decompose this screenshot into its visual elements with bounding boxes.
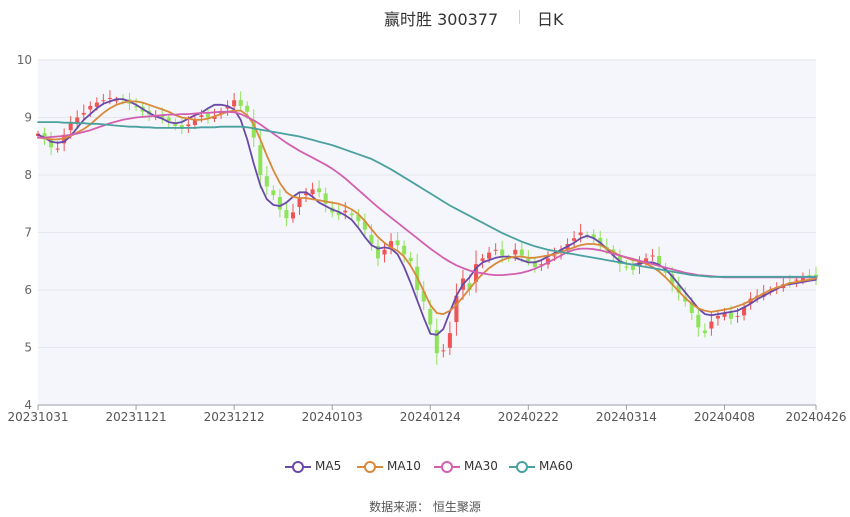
candle-body [578, 232, 583, 236]
candle-body [657, 255, 662, 265]
candle-body [735, 315, 740, 317]
candle-body [271, 190, 276, 196]
legend-marker-icon [357, 461, 383, 473]
candle-body [205, 114, 211, 118]
candle-body [238, 99, 243, 106]
x-tick-label: 20240314 [596, 410, 657, 424]
candle-body [728, 312, 734, 319]
legend-item-ma60[interactable]: MA60 [509, 458, 581, 476]
candle-body [349, 213, 354, 216]
legend-item-ma5[interactable]: MA5 [285, 458, 357, 476]
x-tick-label: 20240103 [302, 410, 363, 424]
legend-item-ma10[interactable]: MA10 [357, 458, 429, 476]
candle-body [290, 212, 296, 219]
candle-body [81, 112, 86, 115]
candle-body [650, 255, 655, 257]
candlestick-chart: 4567891020231031 20231121 20231212 20240103… [7, 53, 846, 424]
legend-label: MA60 [539, 459, 573, 473]
candle-body [264, 176, 269, 187]
candle-body [696, 314, 701, 328]
candle-body [441, 350, 446, 352]
x-tick-label: 20240408 [694, 410, 755, 424]
candle-body [402, 245, 407, 255]
candle-body [572, 238, 577, 241]
y-tick-label: 8 [24, 168, 32, 182]
candle-body [519, 249, 524, 256]
x-tick-label: 20240426 [785, 410, 846, 424]
candle-body [447, 333, 452, 348]
candle-body [245, 105, 250, 112]
chart-legend: MA5 MA10 MA30 MA60 [0, 458, 850, 476]
candle-body [317, 188, 322, 193]
candle-body [199, 115, 204, 117]
x-tick-label: 20231031 [7, 410, 68, 424]
legend-marker-icon [434, 461, 460, 473]
candle-body [493, 249, 498, 251]
candle-body [526, 258, 531, 262]
legend-marker-icon [285, 461, 311, 473]
candle-body [487, 252, 492, 259]
candle-body [284, 209, 289, 219]
candle-body [552, 255, 557, 257]
candle-body [480, 258, 485, 261]
candle-body [428, 308, 433, 325]
candle-body [395, 240, 400, 246]
candle-body [715, 315, 720, 319]
candle-body [630, 265, 635, 270]
x-tick-label: 20231212 [204, 410, 265, 424]
candle-body [258, 145, 263, 175]
legend-marker-icon [509, 461, 535, 473]
candle-body [101, 100, 106, 102]
candle-body [513, 249, 518, 255]
x-tick-label: 20240124 [400, 410, 461, 424]
y-tick-label: 7 [24, 226, 32, 240]
candle-body [88, 106, 93, 110]
y-tick-label: 6 [24, 283, 32, 297]
candle-body [408, 257, 413, 262]
legend-label: MA10 [387, 459, 421, 473]
legend-item-ma30[interactable]: MA30 [434, 458, 506, 476]
candle-body [624, 266, 629, 268]
candle-body [500, 249, 505, 256]
x-tick-label: 20240222 [498, 410, 559, 424]
candle-body [297, 198, 302, 208]
candle-body [107, 97, 112, 99]
y-tick-label: 5 [24, 341, 32, 355]
candle-body [68, 123, 73, 131]
candle-body [55, 148, 60, 150]
candle-body [702, 330, 707, 334]
x-tick-label: 20231121 [106, 410, 167, 424]
candle-body [173, 123, 178, 127]
legend-label: MA30 [464, 459, 498, 473]
candle-body [232, 100, 237, 107]
candle-body [186, 124, 191, 127]
legend-label: MA5 [315, 459, 342, 473]
candle-body [382, 249, 387, 255]
candle-body [794, 279, 799, 281]
y-tick-label: 9 [24, 111, 32, 125]
candle-body [709, 321, 714, 329]
candle-body [343, 210, 348, 213]
candle-body [310, 189, 315, 195]
candle-body [277, 196, 282, 210]
y-tick-label: 10 [17, 53, 32, 67]
data-source: 数据来源： 恒生聚源 [369, 500, 481, 514]
